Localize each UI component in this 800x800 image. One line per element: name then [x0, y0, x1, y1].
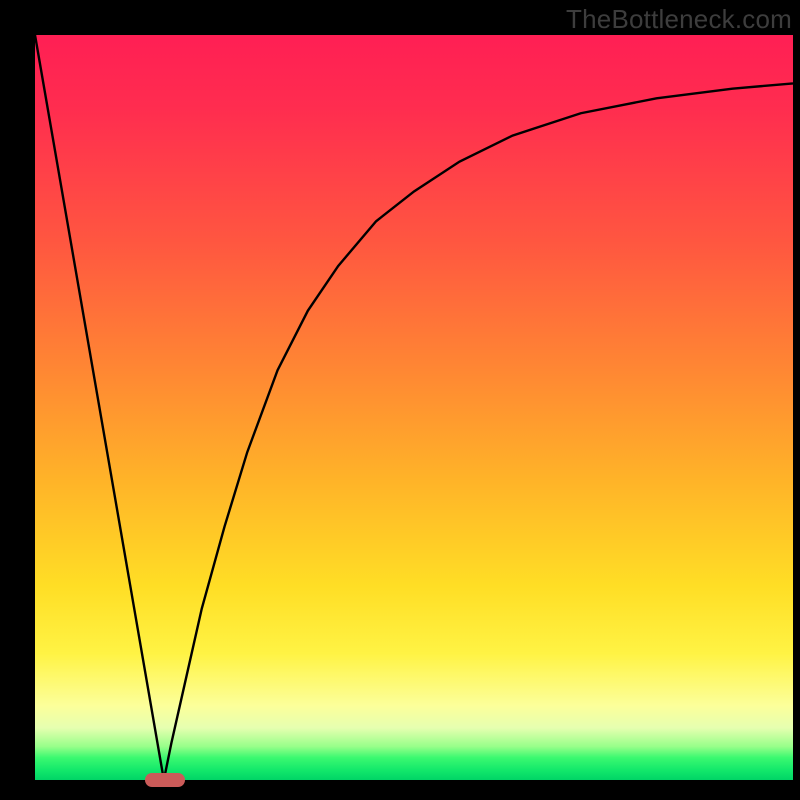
- plot-area: [35, 35, 793, 800]
- watermark-text: TheBottleneck.com: [566, 4, 792, 35]
- right-curve-line: [164, 83, 793, 780]
- left-descent-line: [35, 35, 164, 780]
- minimum-marker-pill: [145, 773, 185, 787]
- chart-frame: TheBottleneck.com: [0, 0, 800, 800]
- curve-layer: [35, 35, 793, 780]
